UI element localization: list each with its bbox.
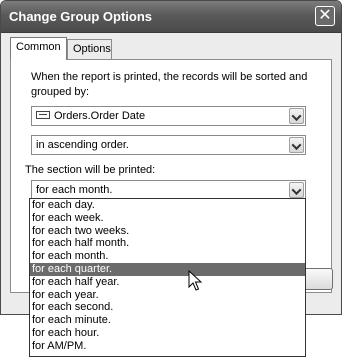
dropdown-option[interactable]: for each second. (30, 301, 305, 314)
group-by-field-select[interactable]: Orders.Order Date (31, 106, 306, 126)
dropdown-option[interactable]: for each minute. (30, 314, 305, 327)
dropdown-option[interactable]: for each quarter. (30, 262, 305, 276)
chevron-down-icon[interactable] (289, 182, 304, 198)
tab-options[interactable]: Options (67, 39, 112, 59)
section-print-select[interactable]: for each month. (31, 180, 306, 200)
dropdown-option[interactable]: for each month. (30, 250, 305, 263)
sort-order-select[interactable]: in ascending order. (31, 135, 306, 155)
section-print-dropdown-list[interactable]: for each day. for each week. for each two … (29, 198, 306, 357)
dropdown-option[interactable]: for each week. (30, 212, 305, 225)
close-button[interactable]: ✕ (315, 6, 335, 26)
dropdown-option[interactable]: for each hour. (30, 327, 305, 340)
section-printed-label: The section will be printed: (25, 164, 156, 176)
dropdown-option[interactable]: for each two weeks. (30, 225, 305, 238)
close-icon: ✕ (318, 7, 332, 24)
window-title: Change Group Options (9, 9, 152, 24)
chevron-down-icon[interactable] (289, 108, 304, 124)
sort-group-description: When the report is printed, the records … (31, 71, 308, 98)
title-bar[interactable]: Change Group Options ✕ (1, 1, 341, 33)
dropdown-option[interactable]: for AM/PM. (30, 340, 305, 353)
tab-common-label: Common (16, 41, 61, 53)
tab-common[interactable]: Common (10, 37, 67, 60)
chevron-down-icon[interactable] (289, 137, 304, 153)
mouse-pointer-icon (188, 270, 202, 291)
tab-options-label: Options (73, 43, 111, 55)
dropdown-option[interactable]: for each half year. (30, 276, 305, 289)
section-print-value: for each month. (36, 184, 113, 196)
dropdown-option[interactable]: for each day. (30, 199, 305, 212)
sort-order-value: in ascending order. (36, 139, 129, 151)
dropdown-option[interactable]: for each year. (30, 289, 305, 302)
group-by-field-value: Orders.Order Date (54, 110, 146, 122)
dropdown-option[interactable]: for each half month. (30, 237, 305, 250)
database-field-icon (36, 111, 50, 120)
